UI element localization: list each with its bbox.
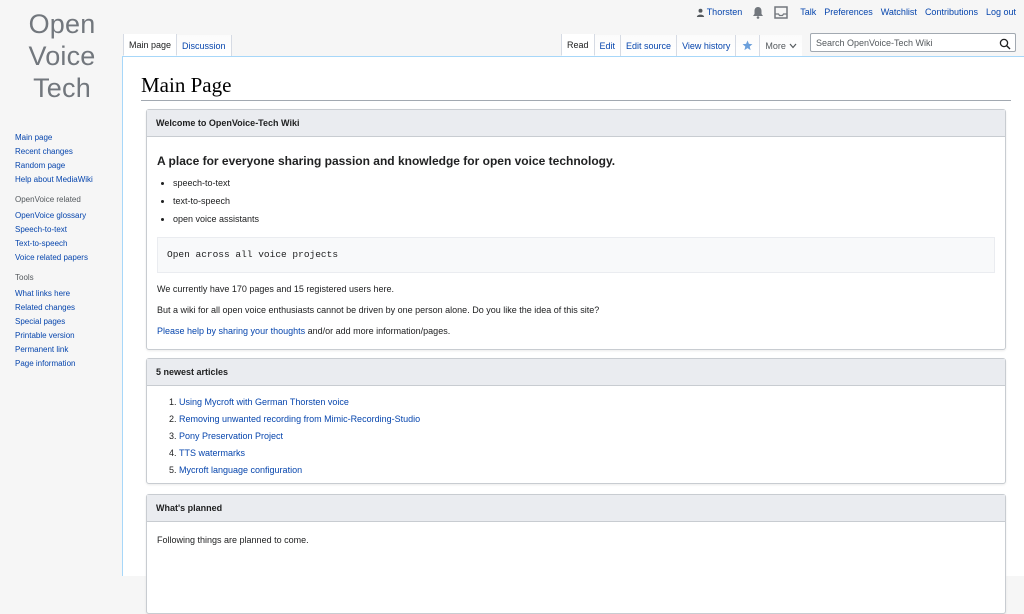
list-item: Using Mycroft with German Thorsten voice — [179, 394, 1005, 411]
box-heading: What's planned — [147, 495, 1005, 522]
sidebar-item-glossary[interactable]: OpenVoice glossary — [15, 211, 86, 220]
more-menu[interactable]: More — [760, 35, 802, 56]
view-tabs: Read Edit Edit source View history More — [561, 34, 802, 56]
inbox-icon — [774, 5, 788, 19]
logout-link[interactable]: Log out — [986, 7, 1016, 17]
chevron-down-icon — [789, 43, 797, 48]
notifications-button[interactable] — [752, 6, 764, 19]
feature-list: speech-to-text text-to-speech open voice… — [157, 174, 995, 228]
planned-box: What's planned Following things are plan… — [146, 494, 1006, 614]
code-block: Open across all voice projects — [157, 237, 995, 273]
sidebar-item-printable-version[interactable]: Printable version — [15, 331, 75, 340]
tab-edit-source[interactable]: Edit source — [621, 35, 678, 56]
contributions-link[interactable]: Contributions — [925, 7, 978, 17]
sidebar-item-recent-changes[interactable]: Recent changes — [15, 147, 73, 156]
username: Thorsten — [706, 7, 743, 17]
articles-list: Using Mycroft with German Thorsten voice… — [147, 394, 1005, 479]
tab-label: Edit source — [626, 40, 672, 51]
article-link[interactable]: TTS watermarks — [179, 448, 245, 458]
box-heading: 5 newest articles — [147, 359, 1005, 386]
sidebar: Main page Recent changes Random page Hel… — [15, 131, 115, 379]
logo-line: Open — [28, 9, 96, 39]
watchlist-link[interactable]: Watchlist — [881, 7, 917, 17]
sidebar-item-help[interactable]: Help about MediaWiki — [15, 175, 93, 184]
list-item: speech-to-text — [173, 174, 995, 192]
newest-articles-box: 5 newest articles Using Mycroft with Ger… — [146, 358, 1006, 484]
sidebar-item-main-page[interactable]: Main page — [15, 133, 52, 142]
tab-main-page[interactable]: Main page — [123, 34, 178, 56]
tab-edit[interactable]: Edit — [594, 35, 622, 56]
sidebar-item-special-pages[interactable]: Special pages — [15, 317, 65, 326]
talk-link[interactable]: Talk — [800, 7, 816, 17]
personal-tools: Thorsten Talk Preferences Watchlist Cont… — [696, 5, 1016, 19]
user-icon — [696, 8, 704, 17]
search-button[interactable] — [999, 37, 1011, 55]
sidebar-item-related-changes[interactable]: Related changes — [15, 303, 75, 312]
logo-line: Tech — [33, 73, 91, 103]
logo-line: Voice — [28, 41, 96, 71]
article-link[interactable]: Removing unwanted recording from Mimic-R… — [179, 414, 420, 424]
list-item: text-to-speech — [173, 192, 995, 210]
sidebar-item-permanent-link[interactable]: Permanent link — [15, 345, 68, 354]
more-label: More — [765, 40, 786, 51]
list-item: TTS watermarks — [179, 445, 1005, 462]
search-box — [810, 33, 1016, 52]
namespace-tabs: Main page Discussion — [123, 34, 232, 56]
sidebar-section-title: OpenVoice related — [15, 195, 81, 204]
sidebar-item-page-information[interactable]: Page information — [15, 359, 75, 368]
page-title: Main Page — [141, 73, 1011, 101]
content-area: Main Page Welcome to OpenVoice-Tech Wiki… — [122, 56, 1024, 614]
inbox-button[interactable] — [774, 5, 788, 19]
help-link[interactable]: Please help by sharing your thoughts — [157, 326, 305, 336]
sidebar-item-text-to-speech[interactable]: Text-to-speech — [15, 239, 67, 248]
tab-discussion[interactable]: Discussion — [177, 35, 232, 56]
watch-star-button[interactable] — [736, 35, 761, 56]
sidebar-item-voice-papers[interactable]: Voice related papers — [15, 253, 88, 262]
tab-label: Edit — [599, 40, 616, 51]
list-item: Removing unwanted recording from Mimic-R… — [179, 411, 1005, 428]
bell-icon — [753, 6, 764, 19]
tab-label: View history — [682, 40, 731, 51]
tab-view-history[interactable]: View history — [677, 35, 737, 56]
tab-read[interactable]: Read — [561, 34, 595, 56]
welcome-box: Welcome to OpenVoice-Tech Wiki A place f… — [146, 109, 1006, 350]
help-paragraph: Please help by sharing your thoughts and… — [157, 325, 995, 337]
sidebar-item-random-page[interactable]: Random page — [15, 161, 65, 170]
tab-label: Read — [567, 39, 589, 50]
search-icon — [999, 38, 1011, 50]
sidebar-navigation: Main page Recent changes Random page Hel… — [15, 131, 115, 187]
sidebar-tools: Tools What links here Related changes Sp… — [15, 273, 115, 371]
list-item: Pony Preservation Project — [179, 428, 1005, 445]
tab-label: Main page — [129, 39, 172, 50]
help-text: and/or add more information/pages. — [305, 326, 451, 336]
question-text: But a wiki for all open voice enthusiast… — [157, 305, 600, 315]
box-heading: Welcome to OpenVoice-Tech Wiki — [147, 110, 1005, 137]
planned-intro: Following things are planned to come. — [157, 535, 309, 545]
preferences-link[interactable]: Preferences — [824, 7, 873, 17]
star-icon — [742, 40, 753, 51]
user-link[interactable]: Thorsten — [696, 7, 743, 17]
sidebar-section-title: Tools — [15, 273, 34, 282]
stats-text: We currently have 170 pages and 15 regis… — [157, 284, 394, 294]
search-input[interactable] — [811, 37, 1001, 48]
article-link[interactable]: Mycroft language configuration — [179, 465, 302, 475]
site-logo[interactable]: Open Voice Tech — [14, 8, 110, 104]
sidebar-item-what-links-here[interactable]: What links here — [15, 289, 70, 298]
sidebar-item-speech-to-text[interactable]: Speech-to-text — [15, 225, 67, 234]
article-link[interactable]: Using Mycroft with German Thorsten voice — [179, 397, 349, 407]
sidebar-openvoice: OpenVoice related OpenVoice glossary Spe… — [15, 195, 115, 265]
article-link[interactable]: Pony Preservation Project — [179, 431, 283, 441]
tab-label: Discussion — [182, 40, 226, 51]
tagline: A place for everyone sharing passion and… — [157, 154, 616, 168]
list-item: Mycroft language configuration — [179, 462, 1005, 479]
list-item: open voice assistants — [173, 210, 995, 228]
